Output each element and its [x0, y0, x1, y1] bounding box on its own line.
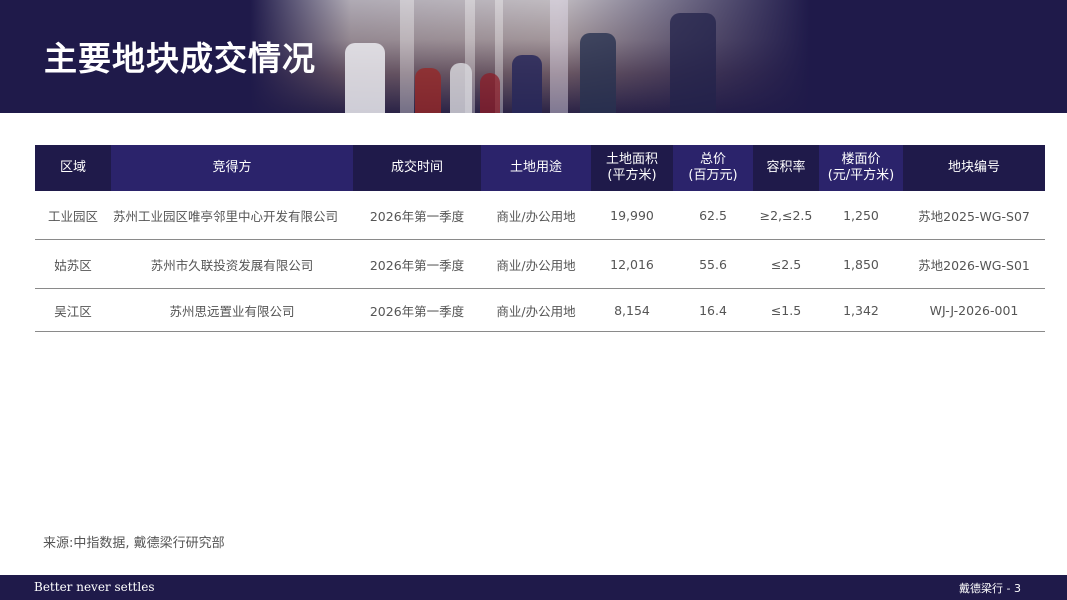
- footer-bar: Better never settles 戴德梁行 - 3: [0, 575, 1067, 600]
- cell-land-area: 19,990: [591, 191, 673, 240]
- table-header-row: 区域 竞得方 成交时间 土地用途 土地面积 (平方米) 总价 (百万元) 容积率 楼…: [35, 145, 1045, 191]
- photo-pillar: [400, 0, 414, 113]
- column-header-land-use: 土地用途: [481, 145, 591, 191]
- header-label: 竞得方: [212, 160, 252, 175]
- column-header-land-area: 土地面积 (平方米): [591, 145, 673, 191]
- column-header-total-price: 总价 (百万元): [673, 145, 753, 191]
- cell-plot-ratio: ≤1.5: [753, 288, 819, 332]
- source-note: 来源:中指数据, 戴德梁行研究部: [43, 536, 225, 551]
- header-label: 总价: [699, 152, 726, 167]
- land-transactions-table: 区域 竞得方 成交时间 土地用途 土地面积 (平方米) 总价 (百万元) 容积率 楼…: [35, 145, 1045, 332]
- column-header-winner: 竞得方: [111, 145, 353, 191]
- cell-district: 吴江区: [35, 288, 111, 332]
- header-label: 成交时间: [390, 160, 443, 175]
- photo-figure: [670, 13, 716, 113]
- table-row: 吴江区 苏州思远置业有限公司 2026年第一季度 商业/办公用地 8,154 1…: [35, 288, 1045, 332]
- cell-total-price: 16.4: [673, 288, 753, 332]
- cell-land-area: 8,154: [591, 288, 673, 332]
- photo-figure: [450, 63, 472, 113]
- cell-total-price: 62.5: [673, 191, 753, 240]
- cell-winner: 苏州工业园区唯亭邻里中心开发有限公司: [111, 191, 353, 240]
- cell-plot-ratio: ≥2,≤2.5: [753, 191, 819, 240]
- header-label: 楼面价: [841, 152, 881, 167]
- column-header-plot-ratio: 容积率: [753, 145, 819, 191]
- header-label: 地块编号: [947, 160, 1000, 175]
- photo-figure: [415, 68, 441, 113]
- photo-figure: [345, 43, 385, 113]
- cell-land-area: 12,016: [591, 239, 673, 289]
- cell-plot-id: WJ-J-2026-001: [903, 288, 1045, 332]
- header-unit: (平方米): [607, 168, 657, 183]
- header-label: 容积率: [766, 160, 806, 175]
- header-label: 区域: [59, 160, 86, 175]
- column-header-district: 区域: [35, 145, 111, 191]
- header-label: 土地面积: [605, 152, 658, 167]
- cell-total-price: 55.6: [673, 239, 753, 289]
- table-row: 姑苏区 苏州市久联投资发展有限公司 2026年第一季度 商业/办公用地 12,0…: [35, 239, 1045, 289]
- photo-pillar: [550, 0, 568, 113]
- cell-land-use: 商业/办公用地: [481, 239, 591, 289]
- cell-land-use: 商业/办公用地: [481, 191, 591, 240]
- cell-floor-price: 1,250: [819, 191, 903, 240]
- column-header-date: 成交时间: [353, 145, 481, 191]
- cell-winner: 苏州思远置业有限公司: [111, 288, 353, 332]
- header-unit: (百万元): [688, 168, 738, 183]
- header-label: 土地用途: [509, 160, 562, 175]
- column-header-floor-price: 楼面价 (元/平方米): [819, 145, 903, 191]
- cell-date: 2026年第一季度: [353, 239, 481, 289]
- footer-slogan: Better never settles: [34, 580, 155, 594]
- cell-land-use: 商业/办公用地: [481, 288, 591, 332]
- cell-date: 2026年第一季度: [353, 288, 481, 332]
- photo-figure: [512, 55, 542, 113]
- cell-district: 工业园区: [35, 191, 111, 240]
- header-photo: [250, 0, 810, 113]
- column-header-plot-id: 地块编号: [903, 145, 1045, 191]
- photo-figure: [480, 73, 500, 113]
- table-row: 工业园区 苏州工业园区唯亭邻里中心开发有限公司 2026年第一季度 商业/办公用…: [35, 191, 1045, 240]
- land-transactions-table-wrap: 区域 竞得方 成交时间 土地用途 土地面积 (平方米) 总价 (百万元) 容积率 楼…: [35, 145, 1045, 332]
- page-title: 主要地块成交情况: [44, 39, 316, 78]
- footer-brand-page-number: 戴德梁行 - 3: [959, 582, 1021, 595]
- header-banner: 主要地块成交情况: [0, 0, 1067, 113]
- cell-winner: 苏州市久联投资发展有限公司: [111, 239, 353, 289]
- cell-floor-price: 1,850: [819, 239, 903, 289]
- cell-floor-price: 1,342: [819, 288, 903, 332]
- header-unit: (元/平方米): [827, 168, 895, 183]
- cell-plot-ratio: ≤2.5: [753, 239, 819, 289]
- cell-plot-id: 苏地2026-WG-S01: [903, 239, 1045, 289]
- photo-figure: [580, 33, 616, 113]
- cell-plot-id: 苏地2025-WG-S07: [903, 191, 1045, 240]
- cell-date: 2026年第一季度: [353, 191, 481, 240]
- cell-district: 姑苏区: [35, 239, 111, 289]
